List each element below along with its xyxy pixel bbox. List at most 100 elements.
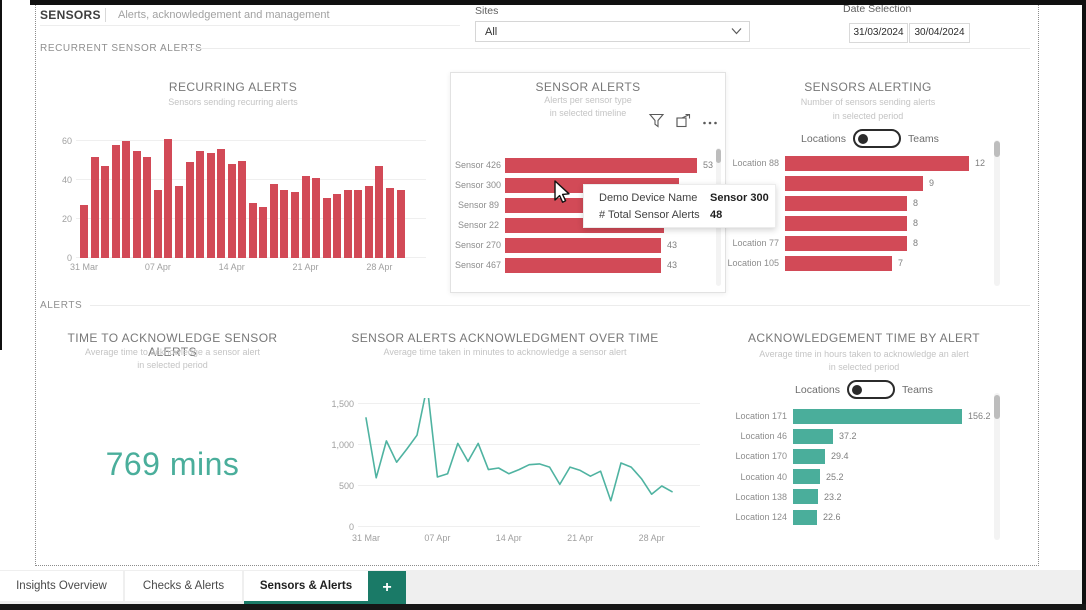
tooltip: Demo Device Name Sensor 300 # Total Sens… [583,184,776,228]
ack-over-time-line-chart[interactable]: 05001,0001,50031 Mar07 Apr14 Apr21 Apr28… [358,398,694,529]
bar-row: Location 4637.2 [729,426,991,446]
tab-checks-alerts[interactable]: Checks & Alerts [125,571,242,601]
bar[interactable] [112,145,120,258]
value-label: 8 [913,218,918,228]
bar[interactable] [228,164,236,258]
locations-label[interactable]: Locations [795,384,840,396]
ack-by-alert-title: ACKNOWLEDGEMENT TIME BY ALERT [728,331,1000,345]
bar[interactable] [196,151,204,258]
sensors-alerting-title: SENSORS ALERTING [740,80,996,94]
bar[interactable] [793,409,962,424]
recurring-alerts-bar-chart[interactable]: 020406031 Mar07 Apr14 Apr21 Apr28 Apr [76,135,420,258]
bar[interactable] [333,194,341,258]
bar[interactable] [312,178,320,258]
y-axis-tick: 0 [42,253,72,263]
bar[interactable] [143,157,151,258]
sensors-alerting-subtitle-1: Number of sensors sending alerts [740,97,996,107]
bar[interactable] [375,166,383,258]
date-from-field[interactable]: 31/03/2024 [849,23,908,43]
x-axis-tick: 31 Mar [352,533,380,543]
x-axis-tick: 21 Apr [567,533,593,543]
bar-row: Sensor 46743 [455,255,713,275]
bar[interactable] [280,190,288,258]
y-axis-tick: 500 [324,481,354,491]
bar[interactable] [186,162,194,258]
bar[interactable] [793,510,817,525]
bar[interactable] [505,258,661,273]
bar[interactable] [302,176,310,258]
sensors-alerting-scrollbar[interactable] [994,140,1000,286]
add-page-button[interactable]: + [368,571,406,605]
bar-row: Location 13823.2 [729,487,991,507]
recurring-alerts-subtitle: Sensors sending recurring alerts [55,97,411,107]
bar[interactable] [101,166,109,258]
category-label: Location 40 [729,472,793,482]
bar[interactable] [323,198,331,258]
bar[interactable] [175,186,183,258]
value-label: 8 [913,198,918,208]
value-label: 22.6 [823,512,841,522]
tab-sensors-alerts[interactable]: Sensors & Alerts [244,571,368,601]
bar[interactable] [785,196,907,211]
bar[interactable] [785,176,923,191]
tab-insights-overview[interactable]: Insights Overview [0,571,123,601]
sensors-alerting-toggle-row: Locations Teams [745,129,995,148]
bar[interactable] [785,256,892,271]
bar[interactable] [238,161,246,259]
scrollbar-thumb[interactable] [994,141,1000,157]
more-options-icon[interactable] [702,112,718,129]
value-label: 156.2 [968,411,991,421]
focus-mode-icon[interactable] [675,112,692,129]
bar[interactable] [505,158,697,173]
date-to-field[interactable]: 30/04/2024 [909,23,970,43]
value-label: 43 [667,260,677,270]
bar[interactable] [291,192,299,258]
bar[interactable] [785,216,907,231]
bar[interactable] [91,157,99,258]
bar[interactable] [164,139,172,258]
bar[interactable] [793,429,833,444]
x-axis-tick: 14 Apr [496,533,522,543]
teams-label[interactable]: Teams [902,384,933,396]
bar-row: Location 17029.4 [729,446,991,466]
bar[interactable] [785,156,969,171]
bar[interactable] [397,190,405,258]
locations-teams-toggle[interactable] [853,129,901,148]
tooltip-field-value: Sensor 300 [710,190,769,207]
bar[interactable] [785,236,907,251]
line-series[interactable] [358,398,694,529]
ack-over-time-subtitle: Average time taken in minutes to acknowl… [350,347,660,357]
value-label: 29.4 [831,451,849,461]
bar[interactable] [354,190,362,258]
bar[interactable] [793,449,825,464]
bar[interactable] [154,190,162,258]
value-label: 7 [898,258,903,268]
teams-label[interactable]: Teams [908,133,939,145]
bar[interactable] [217,149,225,258]
filter-icon[interactable] [648,112,665,129]
ack-by-alert-scrollbar[interactable] [994,393,1000,540]
bar[interactable] [259,207,267,258]
ack-by-alert-bar-chart[interactable]: Location 171156.2Location 4637.2Location… [729,406,991,527]
time-to-ack-subtitle-1: Average time to acknowledge a sensor ale… [60,347,285,357]
chevron-down-icon[interactable] [731,27,742,35]
bar[interactable] [80,205,88,258]
locations-teams-toggle[interactable] [847,380,895,399]
bar[interactable] [249,203,257,258]
bar[interactable] [505,238,661,253]
bar[interactable] [133,151,141,258]
bar[interactable] [270,184,278,258]
category-label: Location 124 [729,512,793,522]
scrollbar-thumb[interactable] [716,149,721,163]
bar[interactable] [344,190,352,258]
bar[interactable] [122,141,130,258]
bar[interactable] [365,186,373,258]
sites-dropdown[interactable]: All [475,21,750,42]
bar[interactable] [793,469,820,484]
bar[interactable] [207,153,215,258]
scrollbar-thumb[interactable] [994,395,1000,419]
y-axis-tick: 20 [42,214,72,224]
bar[interactable] [793,489,818,504]
bar[interactable] [386,188,394,258]
locations-label[interactable]: Locations [801,133,846,145]
